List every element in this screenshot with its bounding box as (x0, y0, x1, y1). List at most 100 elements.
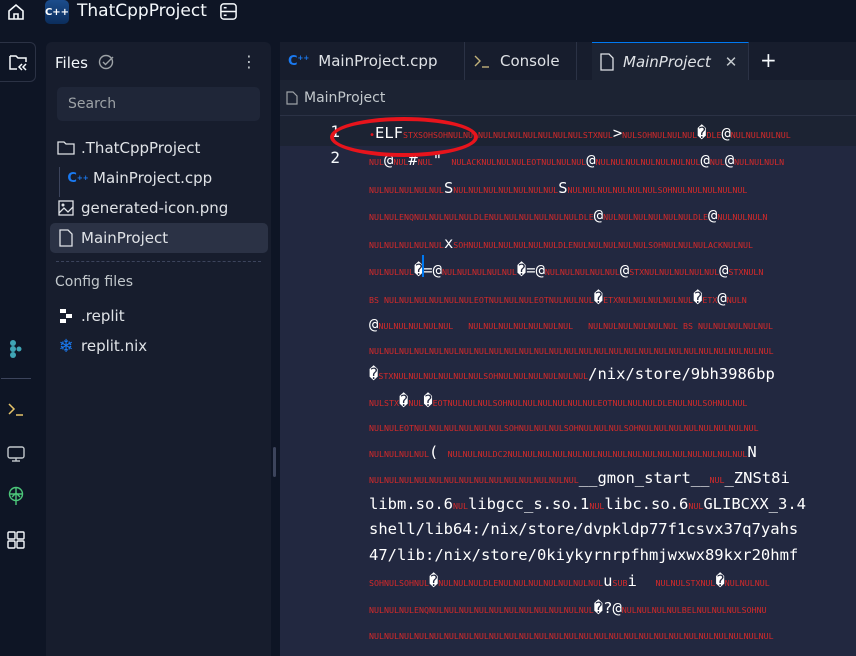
text-chars: � (369, 365, 379, 383)
control-chars: NULNULNULNULNULNULNULNULNULNULNULNULNULN… (369, 475, 579, 485)
replit-icon (56, 306, 76, 326)
file-item-nix[interactable]: ❄ replit.nix (50, 331, 268, 361)
control-chars: NULNULNUL (369, 267, 414, 277)
project-logo: C++ (45, 0, 69, 24)
text-chars: @ (700, 151, 710, 169)
control-chars: NULN (726, 295, 747, 305)
code-row: BS NULNULNULNULNULNULEOTNULNULNULEOTNULN… (369, 288, 747, 310)
control-chars: STXNULN (728, 267, 764, 277)
cpp-icon: C ++ (288, 53, 310, 69)
control-chars: NULNULNULNULBELNULNULNULSOHNU (621, 605, 767, 615)
code-row: NULNULNULNULNULNULNULNULNULNULNULNULNULN… (369, 624, 774, 646)
nix-icon: ❄ (58, 335, 74, 357)
files-search-input[interactable]: Search (57, 87, 260, 121)
panel-resize-handle[interactable] (273, 447, 276, 477)
text-chars: libgcc_s.so.1 (468, 495, 590, 513)
close-icon[interactable]: ✕ (725, 53, 738, 71)
database-icon[interactable] (219, 2, 238, 21)
control-chars: NULNULNULNULNUL NULNULNULNULNULNULNUL NU… (378, 321, 773, 331)
home-icon[interactable] (6, 2, 26, 22)
control-chars: NULNULNULN (734, 157, 785, 167)
deploy-icon[interactable] (6, 486, 26, 506)
file-icon (600, 52, 614, 71)
text-chars: � (423, 392, 433, 410)
control-chars: NUL (369, 157, 384, 167)
text-cursor (422, 255, 424, 277)
code-row: NULNULNULNUL( NULNULNULDC2NULNULNULNULNU… (369, 442, 757, 464)
text-chars: shell/lib64:/nix/store/dvpkldp77f1csvx37… (369, 520, 799, 538)
breadcrumb: MainProject (280, 80, 856, 116)
tab-label: Console (500, 52, 560, 70)
text-chars: S (443, 179, 454, 197)
text-chars: @ (619, 261, 630, 279)
file-item-png[interactable]: generated-icon.png (50, 193, 268, 223)
file-label: .ThatCppProject (81, 139, 201, 157)
text-chars: @ (721, 124, 731, 142)
text-chars: @ (708, 206, 718, 224)
text-chars: > (612, 124, 623, 142)
top-bar: C++ ThatCppProject (0, 0, 856, 40)
control-chars: NULNULNULN (717, 212, 768, 222)
new-tab-button[interactable]: + (760, 48, 777, 72)
text-chars: � (693, 289, 703, 307)
project-title[interactable]: ThatCppProject (77, 1, 207, 21)
text-chars: @ (593, 206, 604, 224)
control-chars: DLE (706, 130, 722, 140)
control-chars: NULNULNUL (724, 578, 770, 588)
text-chars: �?@ (593, 599, 622, 617)
image-icon (56, 198, 76, 218)
collapse-files-button[interactable] (0, 42, 36, 82)
agent-icon[interactable] (6, 338, 26, 358)
text-chars: �=@ (413, 261, 442, 279)
file-icon (56, 228, 76, 248)
code-row: NULNULNULNULNULSNULNULNULNULNULNULNULSNU… (369, 178, 747, 200)
cpp-icon: C ++ (67, 170, 89, 186)
code-row: �STXNULNULNULNULNULNULSOHNULNULNULNULNUL… (369, 364, 775, 386)
control-chars: EOTNULNULNULSOHNULNULNULNULNULNULEOTNULN… (432, 398, 748, 408)
text-chars: @ (586, 151, 596, 169)
files-menu-icon[interactable]: ⋮ (241, 52, 257, 71)
tab-mainproject[interactable]: MainProject ✕ (592, 42, 749, 80)
text-chars: /nix/store/9bh3986bp (588, 365, 775, 383)
text-chars: libc.so.6 (604, 495, 689, 513)
console-icon[interactable] (6, 400, 26, 420)
text-chars: i (627, 572, 656, 590)
control-chars: NUL (393, 157, 409, 167)
text-chars: � (428, 572, 439, 590)
code-row: NULNULNULENQNULNULNULNULNULNULNULNULNULN… (369, 598, 767, 620)
text-chars: libm.so.6 (369, 495, 453, 513)
control-chars: NULNULNULNULNULNULNUL (595, 157, 701, 167)
file-item-cpp[interactable]: C ++ MainProject.cpp (62, 163, 268, 193)
control-chars: NULNULNULNULNULNULNULNULNULNULNULNULNULN… (369, 346, 774, 356)
folder-collapse-icon (8, 55, 27, 71)
tab-mainproject-cpp[interactable]: C ++ MainProject.cpp (280, 42, 465, 80)
file-item-binary[interactable]: MainProject (50, 223, 268, 253)
control-chars: NULNULNULENQNULNULNULNULNULNULNULNULNULN… (369, 605, 594, 615)
console-icon (473, 54, 491, 68)
control-chars: NULNULNULNULNULNULDLE (603, 212, 709, 222)
control-chars: ETX (702, 295, 718, 305)
code-area[interactable]: 1 2 •ELFSTXSOHSOHNULNULNULNULNULNULNULNU… (280, 118, 856, 656)
breadcrumb-item[interactable]: MainProject (304, 90, 385, 106)
control-chars: SUB (612, 578, 628, 588)
text-chars: @ (724, 151, 735, 169)
tab-console[interactable]: Console (465, 42, 577, 80)
control-chars: NULNULEOTNULNULNULNULNULNULSOHNULNULNULS… (369, 423, 759, 433)
text-chars: ( (428, 443, 448, 461)
text-chars: GLIBCXX_3.4 (703, 495, 806, 513)
code-row: NULNULNUL�=@NULNULNULNULNUL�=@NULNULNULN… (369, 260, 763, 282)
section-divider (56, 261, 261, 262)
folder-icon (56, 138, 76, 158)
control-chars: NULNULNULNUL (730, 130, 791, 140)
rail-divider (1, 378, 31, 379)
control-chars: STXNULNULNULNULNUL (629, 267, 720, 277)
webview-icon[interactable] (6, 444, 26, 464)
apps-grid-icon[interactable] (6, 530, 26, 550)
control-chars: NULSOHNULNULNUL (622, 130, 698, 140)
control-chars: NUL (709, 157, 725, 167)
file-item-folder[interactable]: .ThatCppProject (50, 133, 268, 163)
control-chars: BS NULNULNULNULNULNULEOTNULNULNULEOTNULN… (369, 295, 594, 305)
code-row: @NULNULNULNULNUL NULNULNULNULNULNULNUL N… (369, 314, 773, 336)
file-item-replit[interactable]: .replit (50, 301, 268, 331)
control-chars: NULNULENQNULNULNULNULDLENULNULNULNULNULN… (369, 212, 594, 222)
